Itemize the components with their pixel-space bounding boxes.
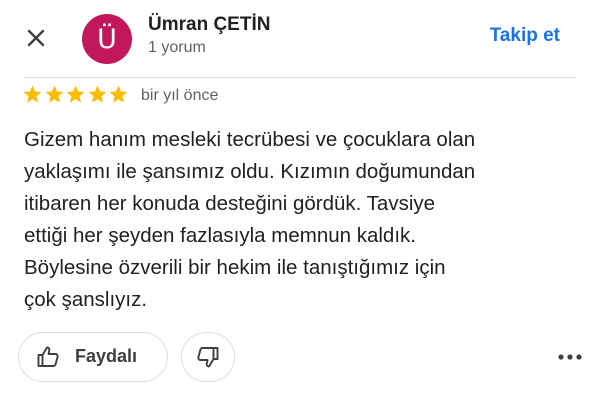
user-name[interactable]: Ümran ÇETİN xyxy=(148,14,270,36)
star-icon xyxy=(88,85,106,103)
dislike-button[interactable] xyxy=(181,332,235,382)
thumbs-up-icon xyxy=(37,346,59,367)
review-text: Gizem hanım mesleki tecrübesi ve çocukla… xyxy=(24,124,584,316)
star-rating xyxy=(22,84,130,105)
review-date: bir yıl önce xyxy=(141,87,219,104)
divider xyxy=(24,77,576,78)
follow-button[interactable]: Takip et xyxy=(490,25,560,47)
avatar[interactable]: Ü xyxy=(82,14,132,64)
close-icon xyxy=(27,29,45,47)
star-icon xyxy=(23,85,42,103)
star-icon xyxy=(109,85,128,103)
review-text-line: çok şanslıyız. xyxy=(24,288,148,311)
helpful-button[interactable]: Faydalı xyxy=(18,332,168,382)
review-text-line: Gizem hanım mesleki tecrübesi ve çocukla… xyxy=(24,128,476,151)
thumbs-down-icon xyxy=(197,347,219,368)
star-icon xyxy=(45,85,63,103)
review-count: 1 yorum xyxy=(148,39,206,56)
review-text-line: yaklaşımı ile şansımız oldu. Kızımın doğ… xyxy=(24,160,476,183)
star-icon xyxy=(66,85,85,103)
review-text-line: itibaren her konuda desteğini gördük. Ta… xyxy=(24,192,436,215)
review-text-line: Böylesine özverili bir hekim ile tanıştı… xyxy=(24,256,446,279)
more-options-button[interactable] xyxy=(553,342,587,372)
review-text-line: ettiği her şeyden fazlasıyla memnun kald… xyxy=(24,224,416,247)
helpful-label: Faydalı xyxy=(75,346,138,366)
more-horizontal-icon xyxy=(558,354,582,360)
close-button[interactable] xyxy=(18,20,54,56)
